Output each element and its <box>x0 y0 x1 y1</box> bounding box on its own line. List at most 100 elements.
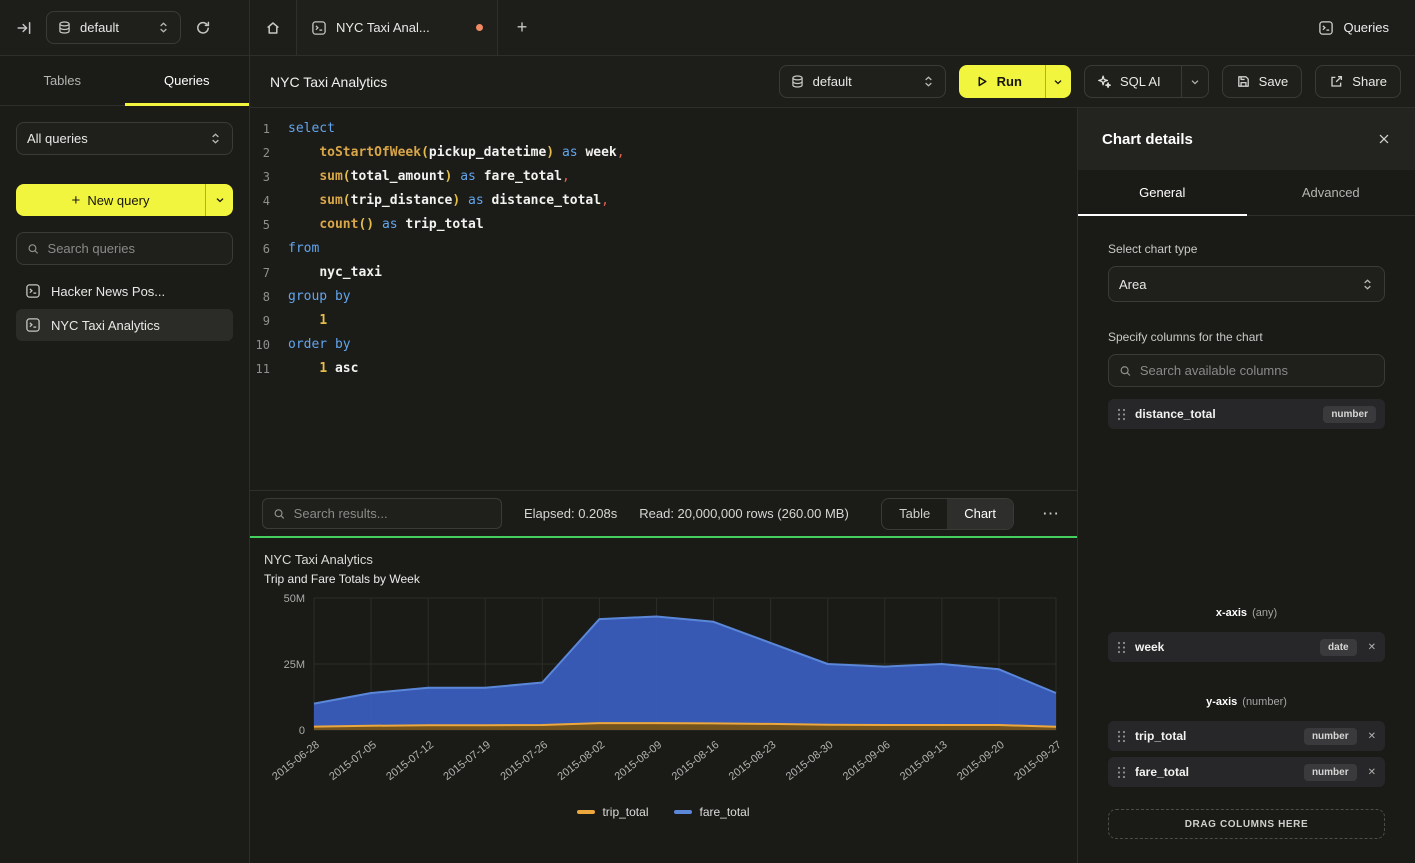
remove-column-icon[interactable]: ✕ <box>1368 642 1376 653</box>
query-list-item[interactable]: Hacker News Pos... <box>16 275 233 307</box>
search-columns-input[interactable] <box>1140 363 1374 378</box>
queries-button-label: Queries <box>1343 20 1389 35</box>
panel-body: Select chart type Area Specify columns f… <box>1078 216 1415 863</box>
sql-ai-dropdown[interactable] <box>1181 66 1208 97</box>
svg-text:0: 0 <box>299 725 305 737</box>
main: NYC Taxi Analytics default Run <box>250 56 1415 863</box>
code-text: sum(trip_distance) as distance_total, <box>288 189 609 213</box>
chevron-updown-icon <box>157 21 170 34</box>
svg-text:2015-09-13: 2015-09-13 <box>898 739 950 783</box>
code-line[interactable]: 2 toStartOfWeek(pickup_datetime) as week… <box>250 141 1077 165</box>
column-name: distance_total <box>1135 407 1216 421</box>
queries-filter-select[interactable]: All queries <box>16 122 233 155</box>
chart-type-select[interactable]: Area <box>1108 266 1385 302</box>
y-axis-columns: trip_totalnumber✕ fare_totalnumber✕ <box>1108 721 1385 787</box>
code-line[interactable]: 7 nyc_taxi <box>250 261 1077 285</box>
code-line[interactable]: 3 sum(total_amount) as fare_total, <box>250 165 1077 189</box>
line-number: 7 <box>250 261 288 285</box>
column-pill[interactable]: trip_totalnumber✕ <box>1108 721 1385 751</box>
x-axis-label-text: x-axis <box>1216 607 1247 619</box>
query-item-label: NYC Taxi Analytics <box>51 318 160 333</box>
new-query-main[interactable]: + New query <box>16 184 205 216</box>
code-line[interactable]: 10order by <box>250 333 1077 357</box>
save-button[interactable]: Save <box>1222 65 1303 98</box>
run-button[interactable]: Run <box>959 65 1071 98</box>
svg-text:2015-09-27: 2015-09-27 <box>1012 739 1064 783</box>
search-queries-input[interactable] <box>48 241 222 256</box>
new-query-button[interactable]: + New query <box>16 184 233 216</box>
run-dropdown[interactable] <box>1045 65 1071 98</box>
code-line[interactable]: 6from <box>250 237 1077 261</box>
tab-general[interactable]: General <box>1078 170 1247 215</box>
sql-ai-label: SQL AI <box>1120 74 1161 89</box>
sql-ai-button[interactable]: SQL AI <box>1084 65 1209 98</box>
drop-zone[interactable]: DRAG COLUMNS HERE <box>1108 809 1385 839</box>
code-line[interactable]: 1select <box>250 117 1077 141</box>
sidebar-tab-tables[interactable]: Tables <box>0 56 125 105</box>
column-pill[interactable]: weekdate✕ <box>1108 632 1385 662</box>
home-icon <box>265 20 281 36</box>
remove-column-icon[interactable]: ✕ <box>1368 767 1376 778</box>
svg-text:2015-08-30: 2015-08-30 <box>784 739 836 783</box>
svg-text:2015-09-20: 2015-09-20 <box>955 739 1007 783</box>
svg-text:2015-08-16: 2015-08-16 <box>670 739 722 783</box>
sql-ai-main[interactable]: SQL AI <box>1085 66 1173 97</box>
sql-editor[interactable]: 1select2 toStartOfWeek(pickup_datetime) … <box>250 108 1077 490</box>
drag-handle-icon <box>1117 730 1126 743</box>
search-results-input[interactable] <box>294 506 491 521</box>
home-tab[interactable] <box>250 0 296 55</box>
query-list-item[interactable]: NYC Taxi Analytics <box>16 309 233 341</box>
area-chart-svg[interactable]: 025M50M2015-06-282015-07-052015-07-12201… <box>264 592 1064 797</box>
legend-item[interactable]: trip_total <box>577 805 648 819</box>
sidebar-tab-queries[interactable]: Queries <box>125 56 250 105</box>
svg-text:25M: 25M <box>284 659 305 671</box>
more-options-button[interactable]: ⋯ <box>1036 504 1065 524</box>
view-toggle-chart[interactable]: Chart <box>947 499 1013 529</box>
sidebar-content: All queries + New query <box>0 106 249 357</box>
remove-column-icon[interactable]: ✕ <box>1368 731 1376 742</box>
share-button[interactable]: Share <box>1315 65 1401 98</box>
save-icon <box>1236 74 1251 89</box>
queries-button[interactable]: Queries <box>1292 20 1415 36</box>
svg-text:2015-08-02: 2015-08-02 <box>555 739 607 783</box>
x-axis-hint: (any) <box>1252 607 1277 619</box>
refresh-button[interactable] <box>195 20 211 36</box>
chart-area: NYC Taxi Analytics Trip and Fare Totals … <box>250 538 1077 863</box>
collapse-sidebar-button[interactable] <box>16 20 32 36</box>
close-panel-button[interactable] <box>1377 132 1391 146</box>
save-label: Save <box>1259 74 1289 89</box>
legend-swatch <box>577 810 595 814</box>
editor-tab[interactable]: NYC Taxi Anal... <box>296 0 498 55</box>
svg-text:2015-07-12: 2015-07-12 <box>384 739 436 783</box>
work-area: 1select2 toStartOfWeek(pickup_datetime) … <box>250 108 1078 863</box>
query-icon <box>25 317 41 333</box>
column-type-badge: date <box>1320 639 1357 656</box>
chevron-updown-icon <box>209 132 222 145</box>
chart-details-panel: Chart details General Advanced Select ch… <box>1078 108 1415 863</box>
code-line[interactable]: 4 sum(trip_distance) as distance_total, <box>250 189 1077 213</box>
line-number: 10 <box>250 333 288 357</box>
line-number: 11 <box>250 357 288 381</box>
panel-tabs: General Advanced <box>1078 170 1415 216</box>
query-item-label: Hacker News Pos... <box>51 284 165 299</box>
chart-type-value: Area <box>1119 277 1146 292</box>
new-query-dropdown[interactable] <box>206 184 233 216</box>
column-pill[interactable]: distance_totalnumber <box>1108 399 1385 429</box>
code-line[interactable]: 5 count() as trip_total <box>250 213 1077 237</box>
run-label: Run <box>997 74 1022 89</box>
legend-item[interactable]: fare_total <box>674 805 749 819</box>
tab-advanced[interactable]: Advanced <box>1247 170 1415 215</box>
database-selector[interactable]: default <box>46 11 181 44</box>
code-line[interactable]: 9 1 <box>250 309 1077 333</box>
line-number: 2 <box>250 141 288 165</box>
code-line[interactable]: 8group by <box>250 285 1077 309</box>
view-toggle-table[interactable]: Table <box>882 499 947 529</box>
svg-text:2015-08-09: 2015-08-09 <box>613 739 665 783</box>
new-tab-button[interactable]: + <box>498 0 546 55</box>
code-line[interactable]: 11 1 asc <box>250 357 1077 381</box>
column-name: trip_total <box>1135 729 1186 743</box>
run-button-main[interactable]: Run <box>959 65 1037 98</box>
database-selector[interactable]: default <box>779 65 946 98</box>
column-pill[interactable]: fare_totalnumber✕ <box>1108 757 1385 787</box>
chart-legend: trip_total fare_total <box>264 805 1063 819</box>
